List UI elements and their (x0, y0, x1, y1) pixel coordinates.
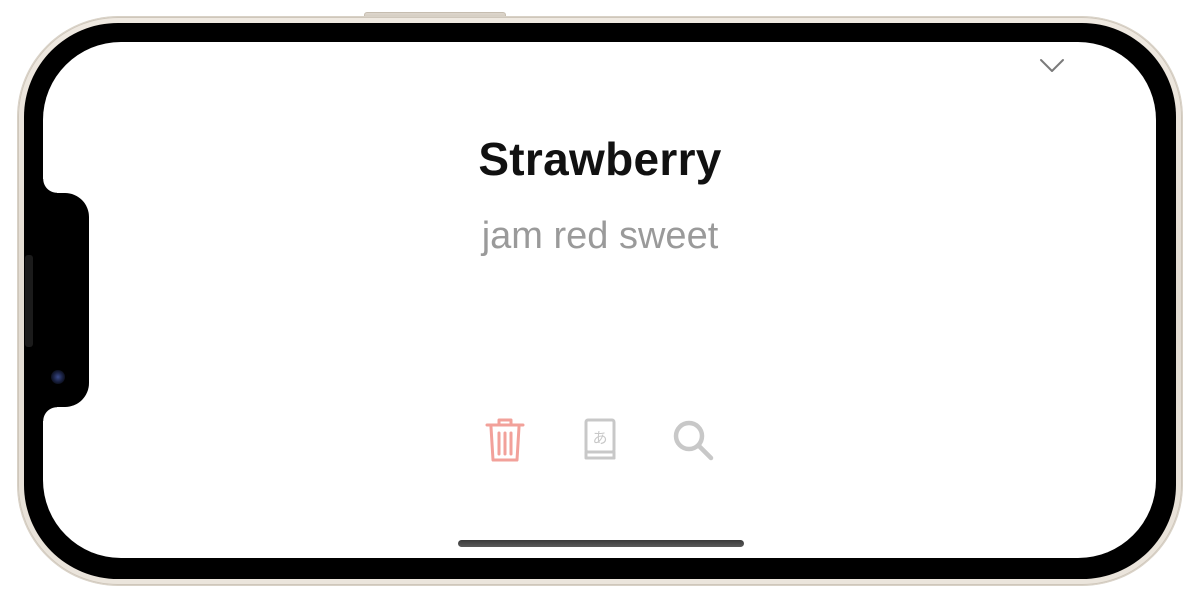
trash-icon (485, 418, 525, 462)
volume-button (25, 255, 33, 347)
word-title: Strawberry (478, 133, 722, 185)
chevron-down-icon (1040, 59, 1064, 72)
app-screen (43, 42, 1156, 558)
search-button[interactable] (668, 414, 718, 466)
svg-text:あ: あ (592, 429, 607, 447)
dictionary-button[interactable]: あ (575, 414, 625, 466)
notch (43, 179, 89, 421)
magnifying-glass-icon (673, 420, 714, 461)
action-bar: あ (480, 414, 720, 468)
collapse-button[interactable] (1037, 54, 1067, 78)
word-tags: jam red sweet (481, 215, 719, 257)
delete-button[interactable] (480, 414, 530, 466)
home-indicator[interactable] (458, 540, 744, 547)
front-camera (51, 370, 65, 384)
dictionary-book-icon: あ (584, 418, 616, 460)
device-mockup: Strawberry jam red sweet あ (0, 0, 1200, 602)
